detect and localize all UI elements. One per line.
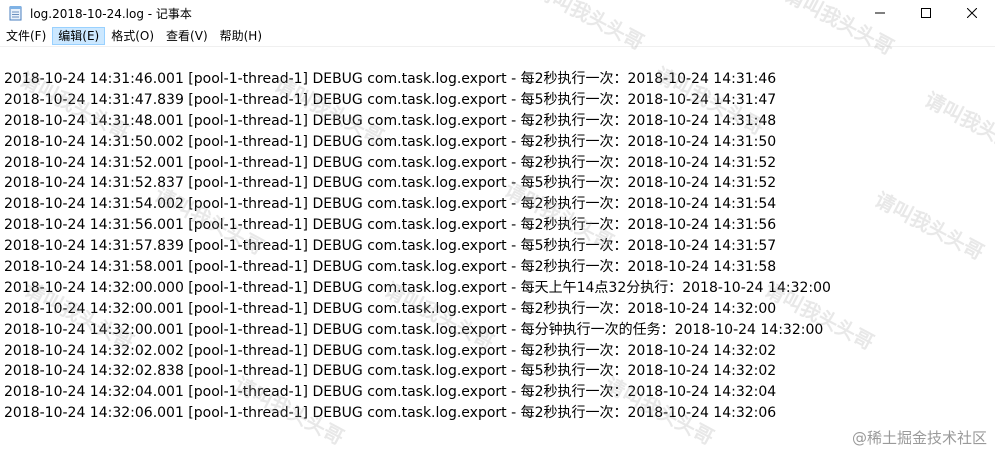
log-line: 2018-10-24 14:31:50.002 [pool-1-thread-1… [4, 133, 777, 150]
log-line: 2018-10-24 14:31:47.839 [pool-1-thread-1… [4, 91, 777, 108]
log-line: 2018-10-24 14:31:48.001 [pool-1-thread-1… [4, 112, 777, 129]
text-editor-area[interactable]: 2018-10-24 14:31:46.001 [pool-1-thread-1… [0, 47, 995, 454]
log-line: 2018-10-24 14:32:02.838 [pool-1-thread-1… [4, 363, 777, 380]
window-title: log.2018-10-24.log - 记事本 [30, 6, 192, 21]
title-bar[interactable]: log.2018-10-24.log - 记事本 [0, 0, 995, 26]
menu-file[interactable]: 文件(F) [0, 27, 52, 45]
log-line: 2018-10-24 14:31:46.001 [pool-1-thread-1… [4, 71, 777, 87]
log-lines: 2018-10-24 14:31:46.001 [pool-1-thread-1… [4, 69, 831, 424]
menu-bar: 文件(F) 编辑(E) 格式(O) 查看(V) 帮助(H) [0, 26, 995, 47]
menu-format[interactable]: 格式(O) [105, 27, 160, 45]
log-line: 2018-10-24 14:32:02.002 [pool-1-thread-1… [4, 342, 777, 359]
log-line: 2018-10-24 14:31:54.002 [pool-1-thread-1… [4, 196, 777, 213]
log-line: 2018-10-24 14:32:00.001 [pool-1-thread-1… [4, 300, 777, 317]
close-icon [967, 8, 977, 18]
log-line: 2018-10-24 14:32:00.001 [pool-1-thread-1… [4, 321, 824, 338]
menu-view[interactable]: 查看(V) [160, 27, 214, 45]
log-line: 2018-10-24 14:31:52.837 [pool-1-thread-1… [4, 175, 777, 192]
window-controls [857, 0, 995, 26]
corner-watermark: @稀土掘金技术社区 [851, 429, 987, 447]
log-line: 2018-10-24 14:31:56.001 [pool-1-thread-1… [4, 217, 777, 234]
log-line: 2018-10-24 14:31:52.001 [pool-1-thread-1… [4, 154, 777, 171]
log-line: 2018-10-24 14:31:57.839 [pool-1-thread-1… [4, 238, 777, 255]
minimize-button[interactable] [857, 0, 903, 26]
log-line: 2018-10-24 14:31:58.001 [pool-1-thread-1… [4, 259, 777, 276]
minimize-icon [875, 12, 885, 14]
maximize-icon [921, 8, 931, 18]
log-line: 2018-10-24 14:32:00.000 [pool-1-thread-1… [4, 279, 831, 296]
maximize-button[interactable] [903, 0, 949, 26]
menu-edit[interactable]: 编辑(E) [52, 27, 106, 45]
close-button[interactable] [949, 0, 995, 26]
log-line: 2018-10-24 14:32:04.001 [pool-1-thread-1… [4, 384, 777, 401]
menu-help[interactable]: 帮助(H) [214, 27, 268, 45]
log-line: 2018-10-24 14:32:06.001 [pool-1-thread-1… [4, 405, 777, 422]
notepad-icon [9, 6, 22, 21]
notepad-window: log.2018-10-24.log - 记事本 文件(F) 编辑(E) 格式(… [0, 0, 995, 454]
